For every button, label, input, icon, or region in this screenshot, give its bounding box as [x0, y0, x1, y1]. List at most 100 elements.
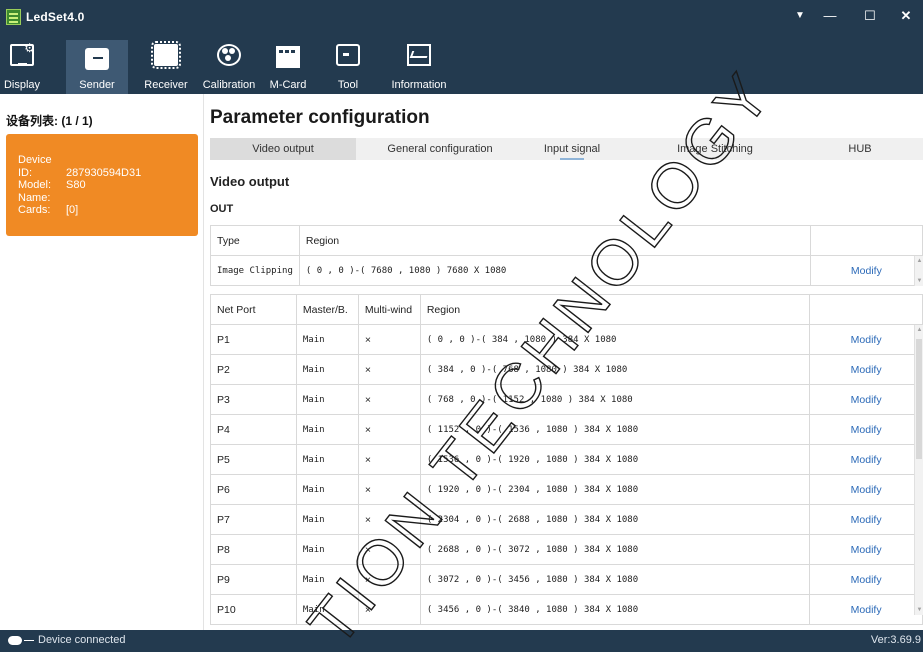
maximize-button[interactable]: ☐ — [858, 6, 882, 26]
scroll-thumb[interactable] — [916, 339, 922, 459]
modify-button[interactable]: Modify — [809, 564, 923, 595]
column-header-net-port: Net Port — [210, 294, 297, 325]
master-backup-cell: Main — [295, 444, 359, 475]
modify-button[interactable]: Modify — [809, 474, 923, 505]
master-backup-cell: Main — [295, 354, 359, 385]
region-cell: ( 1920 , 0 )-( 2304 , 1080 ) 384 X 1080 — [419, 474, 811, 505]
clipping-scrollbar[interactable]: ▲ ▼ — [914, 256, 923, 286]
toolbar-calibration[interactable]: Calibration — [198, 40, 260, 94]
device-id-value: 287930594D31 — [66, 166, 142, 179]
device-cards-label: Cards: — [18, 204, 51, 216]
status-text: Device connected — [38, 634, 126, 646]
net-port-cell: P2 — [210, 354, 297, 385]
modify-button[interactable]: Modify — [809, 594, 923, 625]
multi-window-cell: × — [357, 474, 421, 505]
minimize-button[interactable]: — — [818, 6, 842, 26]
window-menu-dropdown-icon[interactable]: ▼ — [788, 6, 812, 26]
device-list-title: 设备列表: (1 / 1) — [6, 114, 93, 128]
multi-window-cell: × — [357, 534, 421, 565]
toolbar-sender[interactable]: Sender — [66, 40, 128, 94]
table-header-row: Type Region — [210, 225, 923, 256]
modify-button[interactable]: Modify — [809, 534, 923, 565]
device-id-label: Device ID: — [18, 154, 52, 179]
sender-icon — [85, 48, 109, 70]
scroll-down-icon[interactable]: ▼ — [915, 607, 923, 613]
table-row: P5 Main ×( 1536 , 0 )-( 1920 , 1080 ) 384 … — [210, 444, 923, 475]
scroll-up-icon[interactable]: ▲ — [915, 327, 923, 333]
scroll-up-icon[interactable]: ▲ — [915, 258, 923, 264]
toolbar-label: M-Card — [269, 79, 307, 91]
table-row: P3 Main ×( 768 , 0 )-( 1152 , 1080 ) 384 X… — [210, 384, 923, 415]
modify-button[interactable]: Modify — [809, 384, 923, 415]
column-header-action — [809, 225, 923, 256]
multi-window-cell: × — [357, 384, 421, 415]
toolbar-label: Tool — [337, 79, 359, 91]
toolbar-mcard[interactable]: M-Card — [266, 40, 310, 94]
toolbar-label: Calibration — [202, 79, 256, 91]
toolbar-receiver[interactable]: Receiver — [138, 40, 194, 94]
table-row: P4 Main ×( 1152 , 0 )-( 1536 , 1080 ) 384 … — [210, 414, 923, 445]
multi-window-cell: × — [357, 324, 421, 355]
master-backup-cell: Main — [295, 324, 359, 355]
table-row: P1 Main ×( 0 , 0 )-( 384 , 1080 ) 384 X 10… — [210, 324, 923, 355]
region-cell: ( 0 , 0 )-( 7680 , 1080 ) 7680 X 1080 — [298, 255, 811, 286]
app-logo-icon — [6, 9, 21, 25]
region-cell: ( 3456 , 0 )-( 3840 , 1080 ) 384 X 1080 — [419, 594, 811, 625]
table-row: Image Clipping ( 0 , 0 )-( 7680 , 1080 )… — [210, 255, 923, 286]
net-port-cell: P6 — [210, 474, 297, 505]
clipping-table: Type Region Image Clipping ( 0 , 0 )-( 7… — [210, 225, 923, 286]
tab-general-configuration[interactable]: General configuration — [356, 138, 524, 160]
table-row: P7 Main ×( 2304 , 0 )-( 2688 , 1080 ) 384 … — [210, 504, 923, 535]
tab-input-signal[interactable]: Input signal — [524, 138, 620, 160]
net-port-cell: P8 — [210, 534, 297, 565]
scroll-down-icon[interactable]: ▼ — [915, 278, 923, 284]
master-backup-cell: Main — [295, 504, 359, 535]
multi-window-cell: × — [357, 564, 421, 595]
modify-button[interactable]: Modify — [809, 255, 923, 286]
main-toolbar: ⚙ Display Sender Receiver Calibration M-… — [0, 34, 923, 94]
tab-video-output[interactable]: Video output — [210, 138, 356, 160]
status-bar: Device connected Ver:3.69.9 — [0, 630, 923, 652]
master-backup-cell: Main — [295, 384, 359, 415]
multi-window-cell: × — [357, 354, 421, 385]
region-cell: ( 1536 , 0 )-( 1920 , 1080 ) 384 X 1080 — [419, 444, 811, 475]
toolbar-label: Display — [3, 79, 41, 91]
port-table-scrollbar[interactable]: ▲ ▼ — [914, 325, 923, 615]
region-cell: ( 2304 , 0 )-( 2688 , 1080 ) 384 X 1080 — [419, 504, 811, 535]
close-button[interactable]: ✕ — [894, 6, 918, 26]
column-header-type: Type — [210, 225, 300, 256]
tab-hub[interactable]: HUB — [830, 138, 890, 160]
toolbar-label: Sender — [79, 79, 115, 91]
net-port-table: Net Port Master/B. Multi-wind Region P1 M… — [210, 294, 923, 625]
modify-button[interactable]: Modify — [809, 504, 923, 535]
device-card[interactable]: Device ID: 287930594D31 Model: S80 Name: C… — [6, 134, 198, 236]
region-cell: ( 1152 , 0 )-( 1536 , 1080 ) 384 X 1080 — [419, 414, 811, 445]
column-header-multi-window: Multi-wind — [357, 294, 421, 325]
modify-button[interactable]: Modify — [809, 444, 923, 475]
master-backup-cell: Main — [295, 564, 359, 595]
modify-button[interactable]: Modify — [809, 324, 923, 355]
device-model-label: Model: — [18, 179, 52, 191]
toolbar-tool[interactable]: Tool — [328, 40, 368, 94]
device-cards-value: [0] — [66, 204, 79, 216]
toolbar-display[interactable]: ⚙ Display — [0, 40, 44, 94]
tab-image-stitching[interactable]: Image Stitching — [650, 138, 780, 160]
region-cell: ( 3072 , 0 )-( 3456 , 1080 ) 384 X 1080 — [419, 564, 811, 595]
master-backup-cell: Main — [295, 534, 359, 565]
toolbar-information[interactable]: Information — [384, 40, 454, 94]
multi-window-cell: × — [357, 444, 421, 475]
region-cell: ( 384 , 0 )-( 768 , 1080 ) 384 X 1080 — [419, 354, 811, 385]
app-window: LedSet4.0 ▼ — ☐ ✕ ⚙ Display Sender Recei… — [0, 0, 923, 652]
calibration-icon — [217, 44, 241, 66]
table-row: P10 Main ×( 3456 , 0 )-( 3840 , 1080 ) 384… — [210, 594, 923, 625]
multi-window-cell: × — [357, 504, 421, 535]
connection-icon — [8, 636, 34, 645]
modify-button[interactable]: Modify — [809, 414, 923, 445]
column-header-master-backup: Master/B. — [295, 294, 359, 325]
multi-window-cell: × — [357, 414, 421, 445]
region-cell: ( 0 , 0 )-( 384 , 1080 ) 384 X 1080 — [419, 324, 811, 355]
modify-button[interactable]: Modify — [809, 354, 923, 385]
device-list-panel: 设备列表: (1 / 1) Device ID: 287930594D31 Mod… — [0, 94, 204, 630]
column-header-action — [809, 294, 923, 325]
master-backup-cell: Main — [295, 414, 359, 445]
